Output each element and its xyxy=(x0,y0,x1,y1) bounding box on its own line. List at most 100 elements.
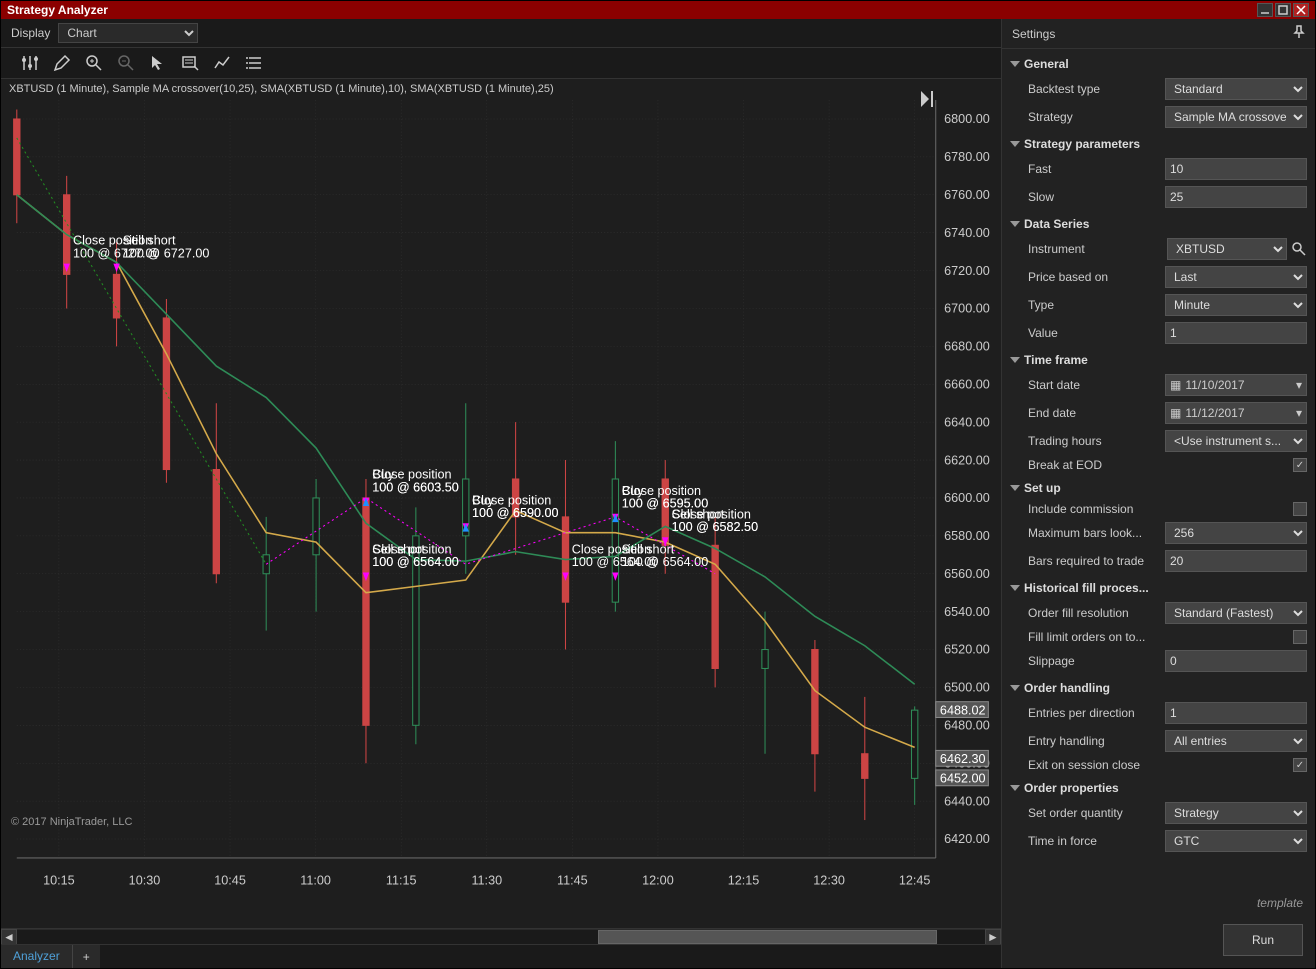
chevron-down-icon xyxy=(1010,485,1020,491)
price-based-select[interactable]: Last xyxy=(1165,266,1307,288)
svg-text:6540.00: 6540.00 xyxy=(944,605,990,619)
chevron-down-icon xyxy=(1010,585,1020,591)
calendar-icon: ▦ xyxy=(1170,378,1181,392)
chart-area[interactable]: XBTUSD (1 Minute), Sample MA crossover(1… xyxy=(1,79,1001,928)
maxbars-label: Maximum bars look... xyxy=(1028,526,1165,540)
svg-text:6740.00: 6740.00 xyxy=(944,226,990,240)
exit-session-checkbox[interactable] xyxy=(1293,758,1307,772)
type-label: Type xyxy=(1028,298,1165,312)
commission-label: Include commission xyxy=(1028,502,1293,516)
svg-text:10:45: 10:45 xyxy=(214,873,246,887)
section-strategy-params[interactable]: Strategy parameters xyxy=(1010,133,1307,155)
display-label: Display xyxy=(11,26,50,40)
pin-icon[interactable] xyxy=(1293,25,1305,42)
strategy-label: Strategy xyxy=(1028,110,1165,124)
sliders-icon[interactable] xyxy=(21,54,39,72)
svg-text:11:30: 11:30 xyxy=(471,873,502,887)
close-button[interactable] xyxy=(1293,3,1309,17)
section-order-props[interactable]: Order properties xyxy=(1010,777,1307,799)
break-eod-label: Break at EOD xyxy=(1028,458,1293,472)
entry-handling-select[interactable]: All entries xyxy=(1165,730,1307,752)
fill-limit-label: Fill limit orders on to... xyxy=(1028,630,1293,644)
window-title: Strategy Analyzer xyxy=(7,3,108,17)
instrument-select[interactable]: XBTUSD xyxy=(1167,238,1287,260)
section-order-handling[interactable]: Order handling xyxy=(1010,677,1307,699)
minimize-button[interactable] xyxy=(1257,3,1273,17)
svg-text:6700.00: 6700.00 xyxy=(944,302,990,316)
trading-hours-select[interactable]: <Use instrument s... xyxy=(1165,430,1307,452)
svg-text:6488.02: 6488.02 xyxy=(940,703,986,717)
svg-text:11:15: 11:15 xyxy=(386,873,417,887)
end-date-input[interactable]: ▦11/12/2017▾ xyxy=(1165,402,1307,424)
svg-text:12:00: 12:00 xyxy=(642,873,674,887)
price-based-label: Price based on xyxy=(1028,270,1165,284)
section-data-series[interactable]: Data Series xyxy=(1010,213,1307,235)
search-icon[interactable] xyxy=(1291,241,1307,257)
barsreq-input[interactable] xyxy=(1165,550,1307,572)
commission-checkbox[interactable] xyxy=(1293,502,1307,516)
fast-label: Fast xyxy=(1028,162,1165,176)
section-general[interactable]: General xyxy=(1010,53,1307,75)
svg-text:6640.00: 6640.00 xyxy=(944,415,990,429)
svg-text:6720.00: 6720.00 xyxy=(944,264,990,278)
resolution-select[interactable]: Standard (Fastest) xyxy=(1165,602,1307,624)
fill-limit-checkbox[interactable] xyxy=(1293,630,1307,644)
section-historical[interactable]: Historical fill proces... xyxy=(1010,577,1307,599)
svg-text:6560.00: 6560.00 xyxy=(944,567,990,581)
value-label: Value xyxy=(1028,326,1165,340)
entries-label: Entries per direction xyxy=(1028,706,1165,720)
start-date-input[interactable]: ▦11/10/2017▾ xyxy=(1165,374,1307,396)
zoom-out-icon[interactable] xyxy=(117,54,135,72)
order-qty-select[interactable]: Strategy xyxy=(1165,802,1307,824)
slow-input[interactable] xyxy=(1165,186,1307,208)
svg-text:6440.00: 6440.00 xyxy=(944,794,990,808)
horizontal-scrollbar[interactable]: ◄ ► xyxy=(1,928,1001,944)
chevron-down-icon xyxy=(1010,785,1020,791)
scroll-thumb[interactable] xyxy=(598,930,937,944)
template-link[interactable]: template xyxy=(1002,890,1315,916)
section-setup[interactable]: Set up xyxy=(1010,477,1307,499)
svg-text:12:45: 12:45 xyxy=(899,873,931,887)
entries-input[interactable] xyxy=(1165,702,1307,724)
tif-select[interactable]: GTC xyxy=(1165,830,1307,852)
svg-text:100 @ 6564.00: 100 @ 6564.00 xyxy=(622,555,709,569)
scroll-left-button[interactable]: ◄ xyxy=(1,929,17,945)
slippage-input[interactable] xyxy=(1165,650,1307,672)
pencil-icon[interactable] xyxy=(53,54,71,72)
goto-end-icon[interactable] xyxy=(919,89,937,112)
data-box-icon[interactable] xyxy=(181,54,199,72)
type-select[interactable]: Minute xyxy=(1165,294,1307,316)
backtest-type-select[interactable]: Standard xyxy=(1165,78,1307,100)
display-select[interactable]: Chart xyxy=(58,23,198,43)
strategy-select[interactable]: Sample MA crossover xyxy=(1165,106,1307,128)
svg-text:6600.00: 6600.00 xyxy=(944,491,990,505)
tif-label: Time in force xyxy=(1028,834,1165,848)
svg-text:100 @ 6727.00: 100 @ 6727.00 xyxy=(123,246,210,260)
chart-trader-icon[interactable] xyxy=(213,54,231,72)
zoom-in-icon[interactable] xyxy=(85,54,103,72)
chevron-down-icon xyxy=(1010,61,1020,67)
chart-info-label: XBTUSD (1 Minute), Sample MA crossover(1… xyxy=(9,83,554,95)
svg-text:100 @ 6582.50: 100 @ 6582.50 xyxy=(672,520,759,534)
svg-text:12:30: 12:30 xyxy=(813,873,845,887)
exit-session-label: Exit on session close xyxy=(1028,758,1293,772)
section-time-frame[interactable]: Time frame xyxy=(1010,349,1307,371)
run-button[interactable]: Run xyxy=(1223,924,1303,956)
tab-add-button[interactable]: + xyxy=(73,945,100,968)
resolution-label: Order fill resolution xyxy=(1028,606,1165,620)
chevron-down-icon xyxy=(1010,221,1020,227)
maxbars-select[interactable]: 256 xyxy=(1165,522,1307,544)
svg-text:6780.00: 6780.00 xyxy=(944,150,990,164)
value-input[interactable] xyxy=(1165,322,1307,344)
properties-icon[interactable] xyxy=(245,54,263,72)
svg-text:6500.00: 6500.00 xyxy=(944,681,990,695)
scroll-right-button[interactable]: ► xyxy=(985,929,1001,945)
fast-input[interactable] xyxy=(1165,158,1307,180)
svg-text:6480.00: 6480.00 xyxy=(944,719,990,733)
cursor-icon[interactable] xyxy=(149,54,167,72)
chevron-down-icon xyxy=(1010,141,1020,147)
order-qty-label: Set order quantity xyxy=(1028,806,1165,820)
tab-analyzer[interactable]: Analyzer xyxy=(1,945,73,968)
break-eod-checkbox[interactable] xyxy=(1293,458,1307,472)
maximize-button[interactable] xyxy=(1275,3,1291,17)
